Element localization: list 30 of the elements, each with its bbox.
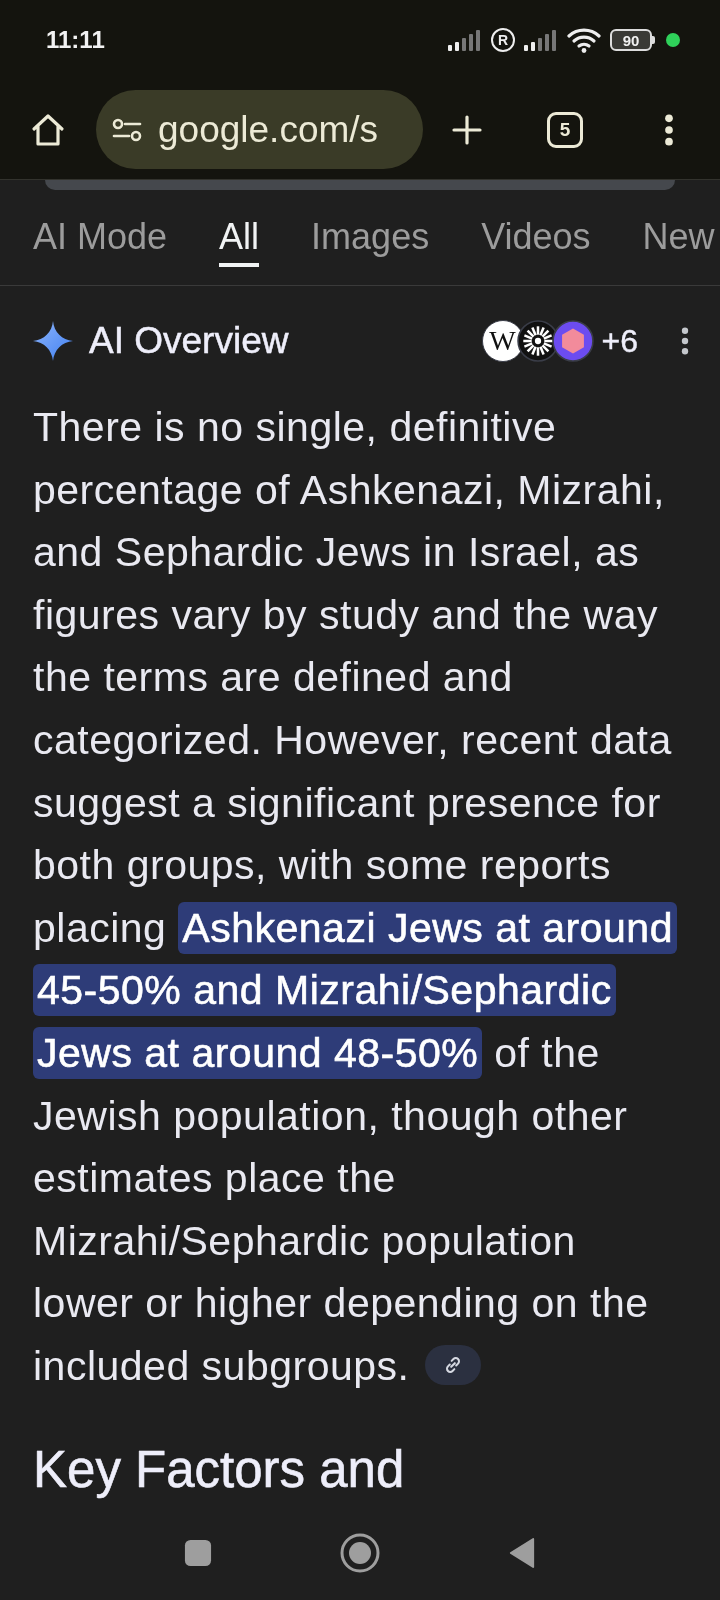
- search-field[interactable]: [45, 180, 675, 190]
- address-bar[interactable]: google.com/s: [96, 90, 423, 169]
- sources-button[interactable]: W +6: [481, 320, 638, 362]
- search-tab[interactable]: AI Mode: [33, 217, 168, 267]
- wifi-icon: [567, 27, 601, 53]
- search-tab[interactable]: Videos: [481, 217, 591, 267]
- section-heading: Key Factors and: [33, 1439, 405, 1500]
- ai-overview-title: AI Overview: [89, 320, 289, 362]
- search-tab[interactable]: All: [219, 217, 260, 267]
- signal-icon: [524, 29, 558, 51]
- home-button-icon[interactable]: [340, 1533, 380, 1573]
- overview-text: There is no single, definitive percentage of Ashkenazi, Mizrahi, and Sephardic Jews in Israel, as figures vary by study and the way the terms are defined and categorized. However, recent data suggest a significant presence for both groups, with some reports placing Ashkenazi Jews at around 45-50% and Mizrahi/Sephardic Jews at around 48-50% of the Jewish population, though other estimates place the Mizrahi/Sephardic population lower or higher depending on the included subgroups.: [33, 396, 683, 1398]
- roaming-indicator: R: [491, 28, 515, 52]
- back-icon[interactable]: [508, 1537, 536, 1569]
- recent-apps-icon[interactable]: [184, 1539, 212, 1567]
- battery-indicator: 90: [610, 29, 655, 51]
- search-tab[interactable]: New: [642, 217, 715, 267]
- new-tab-icon[interactable]: [452, 114, 482, 145]
- sparkle-icon: [33, 321, 73, 361]
- site-settings-icon[interactable]: [112, 117, 142, 142]
- signal-icon: [448, 29, 482, 51]
- status-time: 11:11: [46, 26, 105, 54]
- tab-switcher-button[interactable]: 5: [547, 111, 583, 148]
- status-dot-icon: [666, 33, 680, 47]
- home-icon[interactable]: [30, 111, 66, 148]
- more-options-icon[interactable]: [680, 327, 690, 355]
- link-button[interactable]: [425, 1345, 482, 1386]
- url-text: google.com/s: [158, 108, 379, 151]
- search-tab[interactable]: Images: [311, 217, 430, 267]
- menu-icon[interactable]: [664, 112, 674, 147]
